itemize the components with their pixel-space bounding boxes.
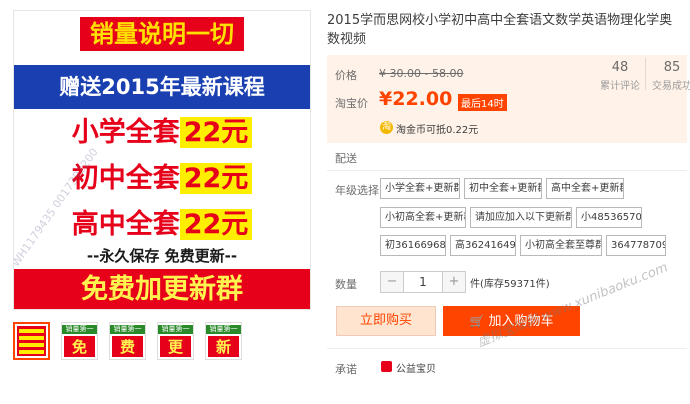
sale-countdown-badge: 最后14时 — [458, 94, 507, 111]
quantity-label: 数量 — [335, 278, 357, 291]
promo-row-prefix: 小学全套 — [71, 117, 180, 148]
quantity-input[interactable]: 1 — [404, 271, 442, 293]
site-watermark-url: www.xunibaoku.com — [539, 260, 671, 325]
promo-line1: 销量说明一切 — [80, 17, 244, 51]
stock-text: 件(库存59371件) — [470, 279, 550, 290]
product-title: 2015学而思网校小学初中高中全套语文数学英语物理化学奥数视频 — [327, 13, 673, 47]
main-product-image[interactable]: 销量说明一切 赠送2015年最新课程 小学全套 22元 初中全套 22元 高中全套 2… — [13, 10, 311, 310]
quantity-decrease-button[interactable]: − — [380, 271, 404, 293]
thumbnail-tag: 销量第一 — [158, 325, 193, 334]
promo-banner-top: 销量说明一切 — [14, 11, 310, 57]
divider — [327, 170, 687, 171]
grade-select-label: 年级选择 — [335, 184, 379, 197]
promo-bottom-banner: 免费加更新群 — [14, 269, 310, 309]
taojinbi-coin-icon: 淘 — [380, 121, 393, 134]
thumbnail-char: 免 — [64, 336, 95, 357]
thumbnail-3[interactable]: 销量第一 费 — [109, 322, 146, 360]
option-primary-full[interactable]: 小学全套+更新群 — [380, 178, 460, 199]
charity-text[interactable]: 公益宝贝 — [396, 360, 436, 375]
coin-deduction-text: 淘金币可抵0.22元 — [396, 125, 479, 136]
deals-label: 交易成功 — [652, 81, 690, 92]
option-primary-group[interactable]: 小485365705 — [576, 207, 642, 228]
site-watermark: 虚拟宝库网 www.xunibaoku.com — [474, 256, 670, 350]
option-vip-group-number[interactable]: 364778709 — [606, 235, 666, 256]
thumbnail-4[interactable]: 销量第一 更 — [157, 322, 194, 360]
option-middle-full[interactable]: 初中全套+更新群 — [464, 178, 542, 199]
sale-price-label: 淘宝价 — [335, 97, 368, 110]
thumbnail-tag: 销量第一 — [206, 325, 241, 334]
deals-count: 85 — [663, 60, 681, 75]
promo-row-prefix: 高中全套 — [71, 209, 180, 240]
thumbnail-2[interactable]: 销量第一 免 — [61, 322, 98, 360]
reviews-label[interactable]: 累计评论 — [598, 77, 642, 92]
thumbnail-tag: 销量第一 — [62, 325, 97, 334]
thumbnail-5[interactable]: 销量第一 新 — [205, 322, 242, 360]
promo-slogan: --永久保存 免费更新-- — [86, 247, 238, 265]
reviews-count[interactable]: 48 — [598, 60, 642, 75]
thumbnail-tag: 销量第一 — [110, 325, 145, 334]
option-join-groups[interactable]: 请加应加入以下更新群 — [470, 207, 572, 228]
promo-line2: 赠送2015年最新课程 — [14, 65, 310, 109]
sale-price: ¥22.00 — [379, 88, 453, 110]
thumbnail-preview — [17, 326, 46, 356]
option-all-full[interactable]: 小初高全套+更新群 — [380, 207, 466, 228]
option-vip-group[interactable]: 小初高全套至尊群 — [520, 235, 602, 256]
promo-row-price: 22元 — [179, 117, 253, 148]
original-price: ¥ 30.00 - 58.00 — [379, 67, 464, 80]
quantity-increase-button[interactable]: + — [442, 271, 466, 293]
promo-row-price: 22元 — [179, 163, 253, 194]
delivery-label: 配送 — [335, 152, 357, 165]
promise-label: 承诺 — [335, 363, 357, 376]
option-middle-group[interactable]: 初361669683 — [380, 235, 446, 256]
price-label: 价格 — [335, 69, 357, 82]
stats-divider — [645, 58, 646, 90]
promo-row-primary: 小学全套 22元 — [14, 113, 310, 153]
divider — [327, 348, 687, 349]
cart-icon: 🛒 — [469, 314, 485, 328]
thumbnail-char: 更 — [160, 336, 191, 357]
promo-row-price: 22元 — [179, 209, 253, 240]
thumbnail-char: 费 — [112, 336, 143, 357]
option-high-full[interactable]: 高中全套+更新群 — [546, 178, 624, 199]
thumbnail-1[interactable] — [13, 322, 50, 360]
buy-now-button[interactable]: 立即购买 — [336, 306, 436, 336]
option-high-group[interactable]: 高362416496 — [450, 235, 516, 256]
charity-icon — [381, 361, 392, 372]
thumbnail-char: 新 — [208, 336, 239, 357]
